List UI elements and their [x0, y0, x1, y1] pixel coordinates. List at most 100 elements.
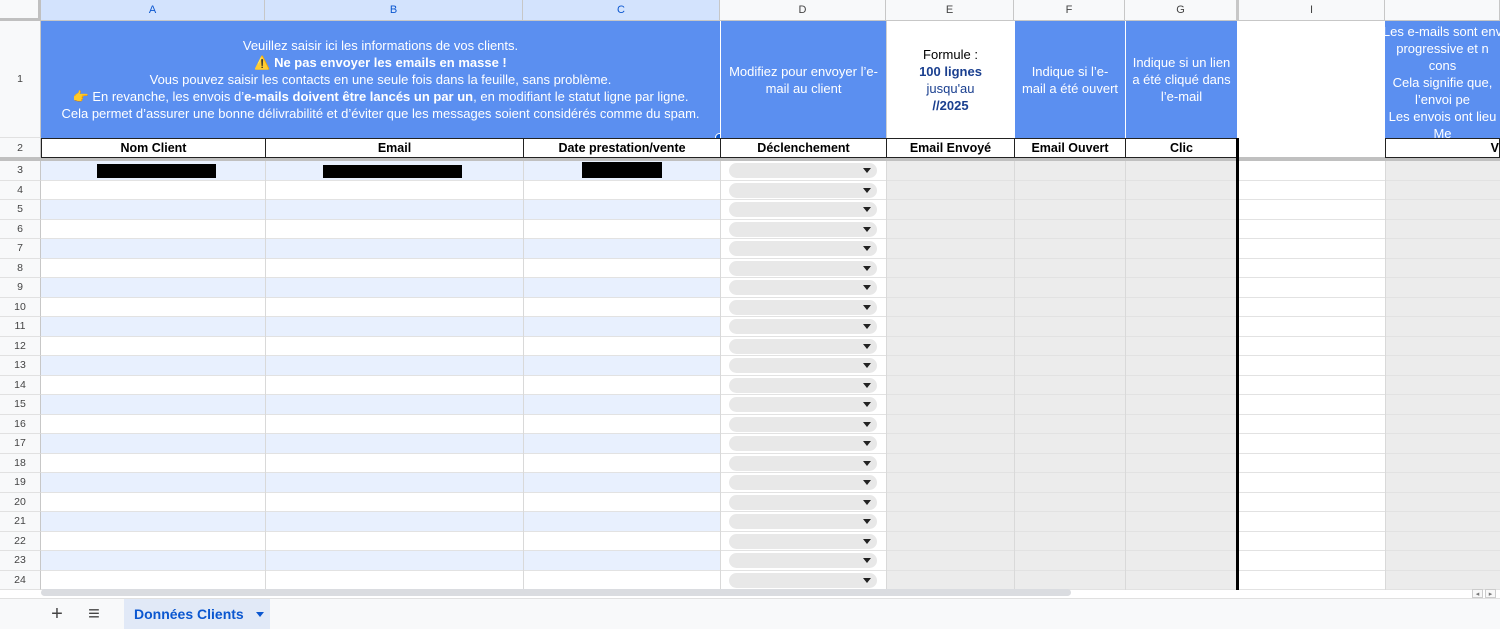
row-header[interactable]: 24 [0, 570, 41, 590]
column-header-a[interactable]: A [41, 0, 265, 21]
caret-down-icon[interactable] [255, 611, 264, 617]
status-dropdown[interactable] [729, 475, 877, 490]
status-dropdown[interactable] [729, 319, 877, 334]
status-dropdown[interactable] [729, 358, 877, 373]
column-header-f[interactable]: F [1014, 0, 1125, 21]
status-dropdown[interactable] [729, 182, 877, 198]
tracking-cells[interactable] [886, 492, 1237, 512]
column-j-cell[interactable] [1385, 512, 1500, 532]
row-header[interactable]: 3 [0, 161, 41, 181]
status-dropdown[interactable] [729, 338, 877, 354]
status-dropdown[interactable] [729, 514, 877, 529]
status-dropdown[interactable] [729, 533, 877, 549]
row-header[interactable]: 19 [0, 473, 41, 493]
row-header[interactable]: 8 [0, 258, 41, 278]
column-j-cell[interactable] [1385, 258, 1500, 278]
row-header[interactable]: 7 [0, 239, 41, 259]
column-j-cell[interactable] [1385, 531, 1500, 551]
column-header-d[interactable]: D [720, 0, 886, 21]
column-header-e[interactable]: E [886, 0, 1014, 21]
col-title-declenchement[interactable]: Déclenchement [720, 138, 887, 158]
row-header[interactable]: 6 [0, 219, 41, 239]
tracking-cells[interactable] [886, 473, 1237, 493]
column-j-cell[interactable] [1385, 336, 1500, 356]
col-title-email-ouvert[interactable]: Email Ouvert [1014, 138, 1126, 158]
tracking-cells[interactable] [886, 512, 1237, 532]
status-dropdown[interactable] [729, 260, 877, 276]
plus-icon[interactable]: + [48, 603, 66, 625]
tracking-cells[interactable] [886, 180, 1237, 200]
status-dropdown[interactable] [729, 241, 877, 256]
menu-icon[interactable]: ≡ [84, 603, 104, 625]
tracking-cells[interactable] [886, 297, 1237, 317]
tracking-cells[interactable] [886, 200, 1237, 220]
tracking-cells[interactable] [886, 258, 1237, 278]
column-j-cell[interactable] [1385, 278, 1500, 298]
tracking-cells[interactable] [886, 239, 1237, 259]
tracking-cells[interactable] [886, 453, 1237, 473]
status-dropdown[interactable] [729, 397, 877, 412]
row-header[interactable]: 16 [0, 414, 41, 434]
status-dropdown[interactable] [729, 494, 877, 510]
column-j-cell[interactable] [1385, 161, 1500, 181]
status-dropdown[interactable] [729, 299, 877, 315]
redacted-date[interactable] [582, 162, 662, 178]
tracking-cells[interactable] [886, 317, 1237, 337]
tracking-cells[interactable] [886, 161, 1237, 181]
row-header[interactable]: 9 [0, 278, 41, 298]
column-header-b[interactable]: B [265, 0, 523, 21]
column-header-g[interactable]: G [1125, 0, 1237, 21]
tracking-cells[interactable] [886, 434, 1237, 454]
col-title-email-envoye[interactable]: Email Envoyé [886, 138, 1015, 158]
column-j-cell[interactable] [1385, 492, 1500, 512]
col-title-date[interactable]: Date prestation/vente [523, 138, 721, 158]
status-dropdown[interactable] [729, 436, 877, 451]
status-dropdown[interactable] [729, 572, 877, 588]
column-j-cell[interactable] [1385, 414, 1500, 434]
tracking-cells[interactable] [886, 531, 1237, 551]
row-header[interactable]: 4 [0, 180, 41, 200]
row-header[interactable]: 23 [0, 551, 41, 571]
status-dropdown[interactable] [729, 377, 877, 393]
tracking-cells[interactable] [886, 395, 1237, 415]
column-header-i[interactable]: I [1237, 0, 1385, 21]
column-j-cell[interactable] [1385, 317, 1500, 337]
tracking-cells[interactable] [886, 551, 1237, 571]
column-j-cell[interactable] [1385, 356, 1500, 376]
row-header[interactable]: 14 [0, 375, 41, 395]
column-j-cell[interactable] [1385, 239, 1500, 259]
spreadsheet-grid[interactable]: A B C D E F G I 1 2 3 4 5 6 7 8 9 10 11 12 13 14 15 1… [0, 0, 1500, 592]
select-all-corner[interactable] [0, 0, 41, 21]
column-j-cell[interactable] [1385, 434, 1500, 454]
tracking-cells[interactable] [886, 414, 1237, 434]
row-header[interactable]: 18 [0, 453, 41, 473]
row-header[interactable]: 13 [0, 356, 41, 376]
status-dropdown[interactable] [729, 221, 877, 237]
tracking-cells[interactable] [886, 219, 1237, 239]
tracking-cells[interactable] [886, 570, 1237, 590]
tracking-cells[interactable] [886, 278, 1237, 298]
col-title-email[interactable]: Email [265, 138, 524, 158]
row-header-2[interactable]: 2 [0, 138, 41, 158]
column-j-cell[interactable] [1385, 551, 1500, 571]
col-title-nom-client[interactable]: Nom Client [41, 138, 266, 158]
redacted-email[interactable] [323, 165, 462, 178]
status-dropdown[interactable] [729, 553, 877, 568]
tracking-cells[interactable] [886, 356, 1237, 376]
row-header[interactable]: 20 [0, 492, 41, 512]
status-dropdown[interactable] [729, 416, 877, 432]
row-header[interactable]: 11 [0, 317, 41, 337]
redacted-client-name[interactable] [97, 164, 216, 178]
column-j-cell[interactable] [1385, 297, 1500, 317]
column-j-cell[interactable] [1385, 219, 1500, 239]
scroll-left-button[interactable]: ◂ [1472, 589, 1483, 598]
col-title-clic[interactable]: Clic [1125, 138, 1238, 158]
column-j-cell[interactable] [1385, 200, 1500, 220]
row-header[interactable]: 15 [0, 395, 41, 415]
row-header-1[interactable]: 1 [0, 21, 41, 138]
column-j-cell[interactable] [1385, 570, 1500, 590]
row-header[interactable]: 10 [0, 297, 41, 317]
row-header[interactable]: 17 [0, 434, 41, 454]
row-header[interactable]: 12 [0, 336, 41, 356]
column-header-c[interactable]: C [523, 0, 720, 21]
